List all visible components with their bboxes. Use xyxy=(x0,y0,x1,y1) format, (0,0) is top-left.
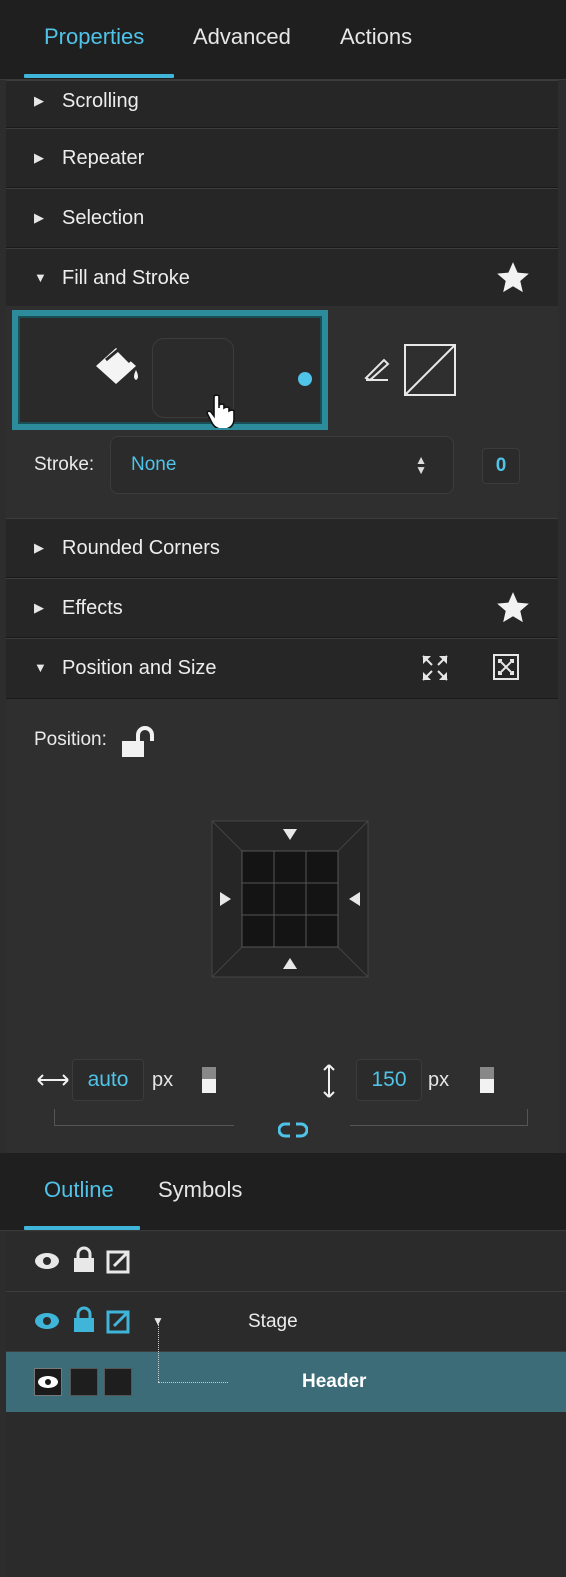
pencil-icon[interactable] xyxy=(362,352,392,382)
tree-connector-vertical xyxy=(158,1324,159,1382)
section-rounded-corners[interactable]: ▶ Rounded Corners xyxy=(6,518,558,578)
fill-picker[interactable] xyxy=(12,310,328,430)
outline-row-header[interactable]: Header xyxy=(6,1324,566,1412)
lock-toggle[interactable] xyxy=(70,1368,98,1396)
visibility-eye-icon[interactable] xyxy=(34,1252,60,1270)
tab-outline[interactable]: Outline xyxy=(44,1153,114,1231)
edit-icon[interactable] xyxy=(106,1248,132,1274)
height-unit-toggle[interactable] xyxy=(480,1067,494,1093)
favorite-star-icon[interactable] xyxy=(494,589,532,627)
position-label: Position: xyxy=(34,729,107,750)
outline-empty-area xyxy=(6,1412,566,1577)
stroke-width-input[interactable]: 0 xyxy=(482,448,520,484)
no-stroke-icon[interactable] xyxy=(402,342,458,398)
visibility-toggle[interactable] xyxy=(34,1368,62,1396)
stroke-label: Stroke: xyxy=(34,454,95,475)
expand-arrow-icon: ▶ xyxy=(34,93,44,108)
outline-tab-bar: Outline Symbols xyxy=(0,1153,566,1231)
width-unit-label: px xyxy=(152,1069,174,1091)
height-input[interactable]: 150 xyxy=(356,1059,422,1101)
section-label: Selection xyxy=(62,207,145,229)
section-label: Scrolling xyxy=(62,90,139,112)
section-label: Rounded Corners xyxy=(62,537,220,559)
link-line-left xyxy=(54,1125,234,1126)
collapse-arrow-icon: ▼ xyxy=(34,660,47,675)
fill-enabled-indicator xyxy=(298,372,312,386)
section-effects[interactable]: ▶ Effects xyxy=(6,578,558,638)
paint-bucket-icon xyxy=(96,347,138,384)
outline-header-row xyxy=(6,1232,566,1292)
section-label: Effects xyxy=(62,597,123,619)
section-label: Repeater xyxy=(62,147,145,169)
stage-label: Stage xyxy=(248,1311,298,1332)
section-label: Position and Size xyxy=(62,657,217,679)
section-scrolling[interactable]: ▶ Scrolling xyxy=(6,80,558,128)
stroke-style-select[interactable]: None ▲ ▼ xyxy=(110,436,454,494)
stroke-style-value: None xyxy=(131,454,177,475)
expand-arrow-icon: ▶ xyxy=(34,600,44,615)
section-repeater[interactable]: ▶ Repeater xyxy=(6,128,558,188)
tab-properties[interactable]: Properties xyxy=(44,0,144,80)
header-label: Header xyxy=(302,1371,367,1392)
fit-content-icon[interactable] xyxy=(492,653,520,681)
tab-actions[interactable]: Actions xyxy=(340,0,412,80)
edit-toggle[interactable] xyxy=(104,1368,132,1396)
section-position-and-size[interactable]: ▼ Position and Size xyxy=(6,638,558,699)
section-fill-and-stroke[interactable]: ▼ Fill and Stroke xyxy=(6,248,558,308)
position-anchor-grid[interactable] xyxy=(210,819,370,979)
active-tab-indicator xyxy=(24,74,174,78)
visibility-eye-icon xyxy=(38,1376,58,1388)
expand-fullsize-icon[interactable] xyxy=(420,653,450,683)
lock-icon[interactable] xyxy=(72,1246,96,1274)
section-label: Fill and Stroke xyxy=(62,267,190,289)
hand-cursor-icon xyxy=(206,394,235,428)
expand-arrow-icon: ▶ xyxy=(34,210,44,225)
visibility-eye-icon[interactable] xyxy=(34,1312,60,1330)
collapse-arrow-icon: ▼ xyxy=(34,270,47,285)
position-size-panel: Position: auto px 150 px xyxy=(6,699,558,1154)
expand-arrow-icon: ▶ xyxy=(34,540,44,555)
outline-row-stage[interactable]: ▼ Stage xyxy=(6,1292,566,1352)
tab-symbols[interactable]: Symbols xyxy=(158,1153,242,1231)
fill-stroke-panel: Stroke: None ▲ ▼ 0 xyxy=(6,306,558,518)
height-unit-label: px xyxy=(428,1069,450,1091)
edit-icon[interactable] xyxy=(106,1308,132,1334)
height-arrow-icon xyxy=(323,1064,335,1098)
link-proportions-icon[interactable] xyxy=(278,1121,308,1139)
section-selection[interactable]: ▶ Selection xyxy=(6,188,558,248)
link-bracket-left xyxy=(54,1109,58,1125)
width-arrow-icon xyxy=(37,1074,69,1086)
select-arrows-icon: ▲ ▼ xyxy=(415,453,427,477)
tab-advanced[interactable]: Advanced xyxy=(193,0,291,80)
width-input[interactable]: auto xyxy=(72,1059,144,1101)
expand-arrow-icon: ▶ xyxy=(34,150,44,165)
favorite-star-icon[interactable] xyxy=(494,259,532,297)
link-line-right xyxy=(350,1125,528,1126)
link-bracket-right xyxy=(527,1109,531,1125)
tree-connector-horizontal xyxy=(158,1382,228,1383)
lock-icon[interactable] xyxy=(72,1306,96,1334)
top-tab-bar: Properties Advanced Actions xyxy=(0,0,566,80)
active-tab-indicator xyxy=(24,1226,140,1230)
unlocked-padlock-icon[interactable] xyxy=(120,725,160,759)
width-unit-toggle[interactable] xyxy=(202,1067,216,1093)
